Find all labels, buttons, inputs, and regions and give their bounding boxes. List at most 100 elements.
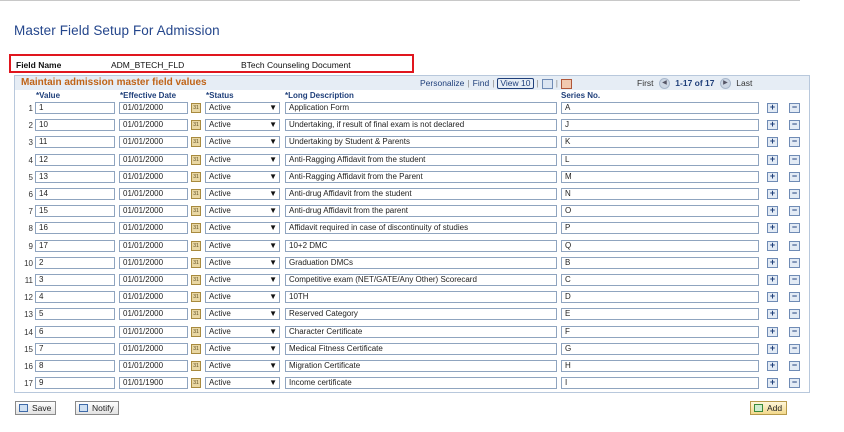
- series-no-input[interactable]: B: [561, 256, 759, 269]
- series-no-input[interactable]: F: [561, 325, 759, 338]
- effective-date-input[interactable]: 01/01/2000: [119, 222, 188, 235]
- status-select[interactable]: Active ▼: [205, 239, 280, 252]
- series-no-input[interactable]: I: [561, 377, 759, 390]
- calendar-icon[interactable]: 31: [191, 206, 201, 217]
- prev-arrow-icon[interactable]: ◀: [658, 78, 670, 90]
- plus-icon[interactable]: +: [767, 240, 778, 251]
- status-select[interactable]: Active ▼: [205, 188, 280, 200]
- calendar-icon[interactable]: 31: [191, 137, 201, 148]
- status-select[interactable]: Active ▼: [205, 205, 280, 218]
- effective-date-input[interactable]: 01/01/2000: [119, 291, 188, 304]
- calendar-icon[interactable]: 31: [191, 326, 201, 337]
- status-select[interactable]: Active ▼: [205, 170, 280, 183]
- calendar-icon[interactable]: 31: [191, 120, 201, 131]
- status-select[interactable]: Active ▼: [205, 119, 280, 132]
- value-input[interactable]: 6: [35, 325, 115, 338]
- calendar-icon[interactable]: 31: [191, 103, 201, 113]
- long-description-input[interactable]: Anti-Ragging Affidavit from the Parent: [285, 170, 557, 183]
- calendar-icon[interactable]: 31: [191, 223, 201, 234]
- status-select[interactable]: Active ▼: [205, 360, 280, 372]
- calendar-icon[interactable]: 31: [191, 361, 201, 371]
- save-button[interactable]: Save: [15, 401, 57, 415]
- calendar-icon[interactable]: 31: [191, 378, 201, 389]
- long-description-input[interactable]: Reserved Category: [285, 308, 557, 321]
- long-description-input[interactable]: Undertaking, if result of final exam is …: [285, 119, 557, 132]
- series-no-input[interactable]: O: [561, 205, 759, 218]
- value-input[interactable]: 16: [35, 222, 115, 235]
- series-no-input[interactable]: L: [561, 153, 759, 166]
- status-select[interactable]: Active ▼: [205, 222, 280, 235]
- plus-icon[interactable]: +: [767, 154, 778, 165]
- value-input[interactable]: 11: [35, 136, 115, 149]
- status-select[interactable]: Active ▼: [205, 377, 280, 390]
- value-input[interactable]: 2: [35, 256, 115, 269]
- plus-icon[interactable]: +: [767, 206, 778, 217]
- effective-date-input[interactable]: 01/01/2000: [119, 239, 188, 252]
- series-no-input[interactable]: J: [561, 119, 759, 132]
- effective-date-input[interactable]: 01/01/2000: [119, 360, 188, 372]
- value-input[interactable]: 14: [35, 188, 115, 200]
- effective-date-input[interactable]: 01/01/2000: [119, 188, 188, 200]
- long-description-input[interactable]: Competitive exam (NET/GATE/Any Other) Sc…: [285, 274, 557, 286]
- status-select[interactable]: Active ▼: [205, 136, 280, 149]
- effective-date-input[interactable]: 01/01/2000: [119, 136, 188, 149]
- minus-icon[interactable]: −: [789, 103, 800, 113]
- effective-date-input[interactable]: 01/01/2000: [119, 308, 188, 321]
- value-input[interactable]: 3: [35, 274, 115, 286]
- minus-icon[interactable]: −: [789, 326, 800, 337]
- minus-icon[interactable]: −: [789, 137, 800, 148]
- value-input[interactable]: 4: [35, 291, 115, 304]
- status-select[interactable]: Active ▼: [205, 153, 280, 166]
- long-description-input[interactable]: Character Certificate: [285, 325, 557, 338]
- series-no-input[interactable]: Q: [561, 239, 759, 252]
- view-all-icon[interactable]: [541, 78, 553, 89]
- minus-icon[interactable]: −: [789, 378, 800, 389]
- value-input[interactable]: 5: [35, 308, 115, 321]
- series-no-input[interactable]: K: [561, 136, 759, 149]
- calendar-icon[interactable]: 31: [191, 171, 201, 182]
- effective-date-input[interactable]: 01/01/1900: [119, 377, 188, 390]
- long-description-input[interactable]: Application Form: [285, 102, 557, 114]
- minus-icon[interactable]: −: [789, 275, 800, 285]
- calendar-icon[interactable]: 31: [191, 275, 201, 285]
- long-description-input[interactable]: Anti-drug Affidavit from the parent: [285, 205, 557, 218]
- value-input[interactable]: 8: [35, 360, 115, 372]
- personalize-link[interactable]: Personalize: [420, 78, 464, 88]
- calendar-icon[interactable]: 31: [191, 309, 201, 320]
- first-link[interactable]: First: [637, 78, 654, 88]
- plus-icon[interactable]: +: [767, 343, 778, 354]
- long-description-input[interactable]: Undertaking by Student & Parents: [285, 136, 557, 149]
- plus-icon[interactable]: +: [767, 120, 778, 131]
- long-description-input[interactable]: Migration Certificate: [285, 360, 557, 372]
- effective-date-input[interactable]: 01/01/2000: [119, 274, 188, 286]
- plus-icon[interactable]: +: [767, 137, 778, 148]
- minus-icon[interactable]: −: [789, 240, 800, 251]
- series-no-input[interactable]: M: [561, 170, 759, 183]
- status-select[interactable]: Active ▼: [205, 325, 280, 338]
- effective-date-input[interactable]: 01/01/2000: [119, 170, 188, 183]
- plus-icon[interactable]: +: [767, 171, 778, 182]
- calendar-icon[interactable]: 31: [191, 292, 201, 303]
- series-no-input[interactable]: H: [561, 360, 759, 372]
- effective-date-input[interactable]: 01/01/2000: [119, 325, 188, 338]
- minus-icon[interactable]: −: [789, 154, 800, 165]
- effective-date-input[interactable]: 01/01/2000: [119, 256, 188, 269]
- plus-icon[interactable]: +: [767, 257, 778, 268]
- long-description-input[interactable]: 10+2 DMC: [285, 239, 557, 252]
- effective-date-input[interactable]: 01/01/2000: [119, 205, 188, 218]
- effective-date-input[interactable]: 01/01/2000: [119, 119, 188, 132]
- plus-icon[interactable]: +: [767, 223, 778, 234]
- value-input[interactable]: 17: [35, 239, 115, 252]
- status-select[interactable]: Active ▼: [205, 291, 280, 304]
- minus-icon[interactable]: −: [789, 120, 800, 131]
- notify-button[interactable]: Notify: [75, 401, 119, 415]
- long-description-input[interactable]: Income certificate: [285, 377, 557, 390]
- plus-icon[interactable]: +: [767, 326, 778, 337]
- status-select[interactable]: Active ▼: [205, 102, 280, 114]
- minus-icon[interactable]: −: [789, 361, 800, 371]
- minus-icon[interactable]: −: [789, 189, 800, 199]
- long-description-input[interactable]: Anti-drug Affidavit from the student: [285, 188, 557, 200]
- plus-icon[interactable]: +: [767, 103, 778, 113]
- plus-icon[interactable]: +: [767, 275, 778, 285]
- value-input[interactable]: 10: [35, 119, 115, 132]
